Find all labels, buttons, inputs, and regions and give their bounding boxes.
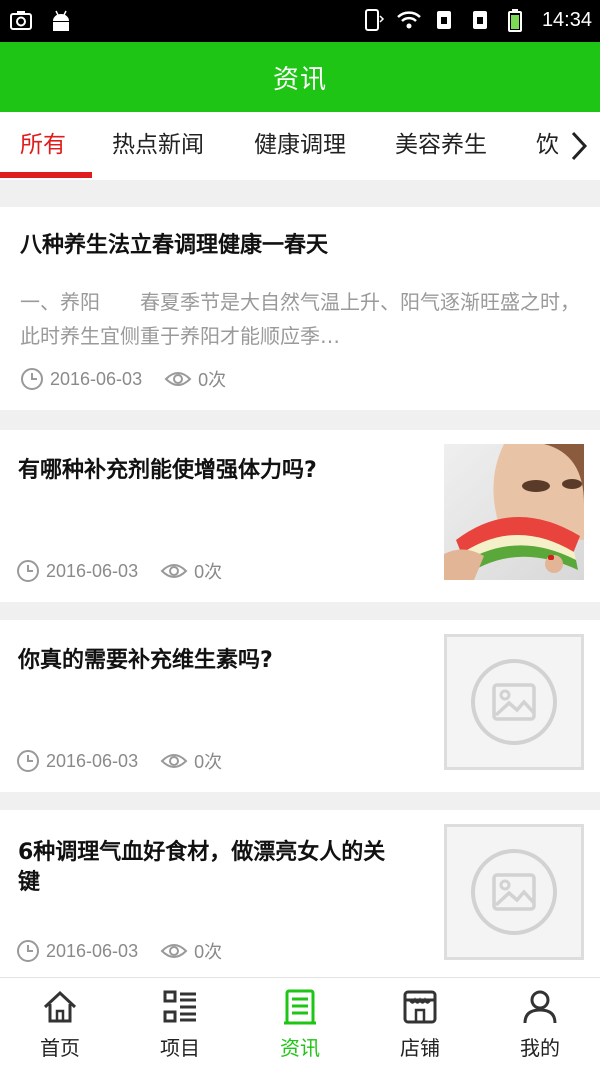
clock-icon [17,750,39,772]
image-placeholder-icon [471,849,557,935]
wifi-icon [397,11,421,29]
article-date: 2016-06-03 [46,940,139,961]
eye-icon [160,944,188,958]
nav-projects-label: 项目 [160,1036,200,1060]
user-icon [523,990,557,1024]
article-views: 0次 [194,942,223,962]
tab-beauty[interactable]: 美容养生 [395,112,487,180]
clock-icon [17,940,39,962]
eye-icon [164,372,192,386]
tab-all[interactable]: 所有 [20,112,66,180]
clock: 14:34 [541,8,592,31]
article-thumbnail[interactable] [444,634,584,770]
tab-diet[interactable]: 饮 [536,112,559,180]
article-meta: 2016-06-03 0次 [20,366,226,392]
article-meta: 2016-06-03 0次 [16,558,222,584]
list-icon [163,990,196,1023]
article-card[interactable]: 八种养生法立春调理健康一春天 一、养阳 春夏季节是大自然气温上升、阳气逐渐旺盛之… [0,207,600,410]
article-title: 八种养生法立春调理健康一春天 [20,233,329,258]
screenshot-icon [10,11,32,30]
article-views: 0次 [194,562,223,582]
status-bar: 14:34 [0,0,600,42]
article-date: 2016-06-03 [50,368,143,389]
nav-store[interactable]: 店铺 [360,988,480,1064]
tab-health[interactable]: 健康调理 [254,112,346,180]
nav-home-label: 首页 [40,1036,80,1060]
tab-hot-news[interactable]: 热点新闻 [112,112,204,180]
image-placeholder-icon [471,659,557,745]
nav-store-label: 店铺 [400,1036,440,1060]
sim-signal-icon [436,11,451,29]
article-card[interactable]: 你真的需要补充维生素吗? 2016-06-03 0次 [0,620,600,792]
article-thumbnail[interactable] [444,824,584,960]
woman-watermelon-photo [444,444,584,580]
article-date: 2016-06-03 [46,750,139,771]
clock-icon [21,368,43,390]
clock-icon [17,560,39,582]
eye-icon [160,564,188,578]
news-icon [284,989,316,1025]
article-summary: 一、养阳 春夏季节是大自然气温上升、阳气逐渐旺盛之时，此时养生宜侧重于养阳才能顺… [20,290,580,348]
article-meta: 2016-06-03 0次 [16,938,222,964]
article-meta: 2016-06-03 0次 [16,748,222,774]
nav-projects[interactable]: 项目 [120,988,240,1064]
tabs-scroll-right-button[interactable] [558,112,600,180]
article-title: 6种调理气血好食材，做漂亮女人的关键 [18,840,386,895]
app-header: 资讯 [0,42,600,112]
nav-news-label: 资讯 [280,1036,320,1060]
article-card[interactable]: 6种调理气血好食材，做漂亮女人的关键 2016-06-03 0次 [0,810,600,977]
home-icon [43,990,77,1023]
article-date: 2016-06-03 [46,560,139,581]
nav-news[interactable]: 资讯 [240,988,360,1064]
battery-icon [507,9,522,32]
article-views: 0次 [194,752,223,772]
nav-home[interactable]: 首页 [0,988,120,1064]
article-thumbnail[interactable] [444,444,584,580]
bottom-navigation: 首页 项目 资讯 店铺 我的 [0,977,600,1067]
active-tab-indicator [0,172,92,178]
nav-profile-label: 我的 [520,1036,560,1060]
article-views: 0次 [198,370,227,390]
nav-profile[interactable]: 我的 [480,988,600,1064]
android-icon [53,10,69,31]
store-icon [403,990,437,1024]
chevron-right-icon [571,131,588,161]
article-card[interactable]: 有哪种补充剂能使增强体力吗? 2016-06-03 0次 [0,430,600,602]
sim-signal-2-icon [472,11,487,29]
category-tabs: 所有 热点新闻 健康调理 美容养生 饮 [0,112,600,180]
eye-icon [160,754,188,768]
article-title: 有哪种补充剂能使增强体力吗? [18,458,317,483]
phone-vibrate-icon [364,9,384,31]
page-title: 资讯 [272,64,327,95]
article-title: 你真的需要补充维生素吗? [18,648,273,673]
